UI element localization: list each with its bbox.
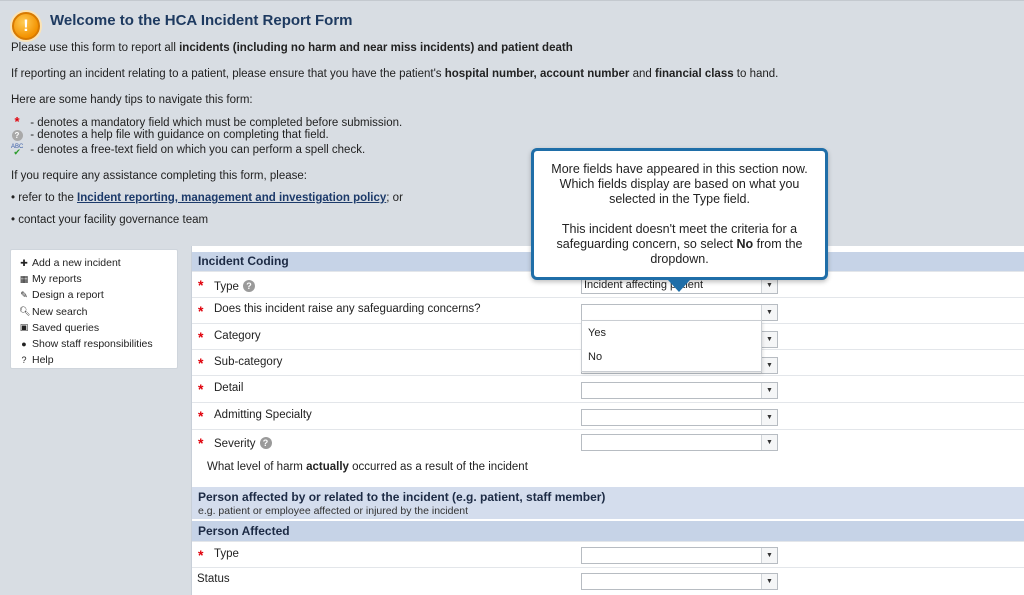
spellcheck-icon: ABC ✔ [11, 144, 24, 157]
help-icon[interactable]: ? [259, 437, 272, 449]
person-type-label: Type [214, 548, 239, 560]
severity-label: Severity? [214, 437, 272, 450]
sidebar-item-design-report[interactable]: ✎ Design a report [19, 287, 177, 303]
dropdown-option-no[interactable]: No [582, 345, 761, 369]
help-icon[interactable]: ? [242, 280, 255, 292]
mandatory-star-icon: * [198, 381, 204, 397]
mandatory-star-icon: * [198, 303, 204, 319]
sidebar-item-staff-responsibilities[interactable]: ● Show staff responsibilities [19, 336, 177, 352]
policy-link[interactable]: Incident reporting, management and inves… [77, 192, 386, 204]
callout-text-1: More fields have appeared in this sectio… [551, 162, 808, 206]
mandatory-star-icon: * [198, 435, 204, 451]
chevron-down-icon: ▼ [761, 383, 777, 398]
chevron-down-icon: ▼ [761, 305, 777, 320]
sidebar-item-add-incident[interactable]: ✚ Add a new incident [19, 255, 177, 271]
type-label: Type? [214, 280, 255, 293]
intro-text: Please use this form to report all incid… [11, 42, 573, 54]
assist-bullet-contact: • contact your facility governance team [11, 214, 209, 226]
reports-icon: ▦ [19, 273, 29, 284]
dropdown-option-yes[interactable]: Yes [582, 321, 761, 345]
section-person-affected: Person Affected [192, 521, 1024, 541]
patient-note: If reporting an incident relating to a p… [11, 68, 779, 80]
chevron-down-icon: ▼ [761, 358, 777, 373]
category-label: Category [214, 330, 261, 342]
sidebar-menu: ✚ Add a new incident ▦ My reports ✎ Design … [10, 249, 178, 369]
field-row-person-type: * Type ▼ [192, 541, 1024, 567]
mandatory-star-icon: * [198, 329, 204, 345]
warning-icon: ! [12, 12, 40, 40]
chevron-down-icon: ▼ [761, 574, 777, 589]
field-row-detail: * Detail ▼ [192, 375, 1024, 402]
status-select[interactable]: ▼ [581, 573, 778, 590]
detail-label: Detail [214, 382, 244, 394]
subcategory-label: Sub-category [214, 356, 283, 368]
guidance-callout: More fields have appeared in this sectio… [531, 148, 828, 280]
severity-help-text: What level of harm actually occurred as … [207, 461, 528, 473]
chevron-down-icon: ▼ [761, 278, 777, 293]
chevron-down-icon: ▼ [761, 435, 777, 450]
assist-bullet-policy: • refer to the Incident reporting, manag… [11, 192, 403, 204]
section-person-affected-group: Person affected by or related to the inc… [192, 487, 1024, 519]
person-type-select[interactable]: ▼ [581, 547, 778, 564]
sidebar-item-my-reports[interactable]: ▦ My reports [19, 271, 177, 287]
person-icon: ● [21, 339, 27, 350]
saved-icon: ▣ [19, 322, 29, 333]
mandatory-star-icon: * [198, 547, 204, 563]
admitting-specialty-select[interactable]: ▼ [581, 409, 778, 426]
callout-text-2: This incident doesn't meet the criteria … [556, 222, 803, 266]
mandatory-star-icon: * [198, 355, 204, 371]
sidebar-item-new-search[interactable]: 🔍︎ New search [19, 304, 177, 320]
legend-spellcheck: ABC ✔ - denotes a free-text field on whic… [11, 144, 366, 157]
search-icon: 🔍︎ [19, 306, 31, 317]
incident-form: Incident Coding * Type? Incident affecti… [191, 246, 1024, 595]
form-intro-panel: ! Welcome to the HCA Incident Report For… [0, 0, 1024, 242]
sidebar-item-saved-queries[interactable]: ▣ Saved queries [19, 320, 177, 336]
safeguarding-dropdown-list: Yes No [581, 320, 762, 372]
severity-select[interactable]: ▼ [581, 434, 778, 451]
mandatory-star-icon: * [14, 114, 20, 129]
chevron-down-icon: ▼ [761, 410, 777, 425]
help-icon: ? [11, 129, 23, 141]
detail-select[interactable]: ▼ [581, 382, 778, 399]
safeguarding-label: Does this incident raise any safeguardin… [214, 303, 481, 315]
sidebar-item-help[interactable]: ? Help [19, 352, 177, 368]
status-label: Status [197, 573, 230, 585]
person-section-subtitle: e.g. patient or employee affected or inj… [198, 505, 469, 517]
legend-help: ? - denotes a help file with guidance on… [11, 129, 329, 141]
pencil-icon: ✎ [20, 289, 28, 300]
callout-pointer [668, 280, 690, 292]
mandatory-star-icon: * [198, 277, 204, 293]
chevron-down-icon: ▼ [761, 332, 777, 347]
legend-mandatory: * - denotes a mandatory field which must… [11, 114, 402, 129]
admitting-specialty-label: Admitting Specialty [214, 409, 312, 421]
assist-intro: If you require any assistance completing… [11, 170, 307, 182]
page-title: Welcome to the HCA Incident Report Form [50, 12, 353, 29]
field-row-admitting-specialty: * Admitting Specialty ▼ [192, 402, 1024, 429]
field-row-status: Status ▼ [192, 567, 1024, 595]
person-section-title: Person affected by or related to the inc… [198, 490, 606, 504]
question-icon: ? [21, 355, 27, 366]
tips-intro: Here are some handy tips to navigate thi… [11, 94, 253, 106]
field-row-severity: * Severity? ▼ What level of harm actuall… [192, 429, 1024, 484]
plus-icon: ✚ [20, 257, 28, 268]
chevron-down-icon: ▼ [761, 548, 777, 563]
mandatory-star-icon: * [198, 408, 204, 424]
safeguarding-select[interactable]: ▼ [581, 304, 778, 321]
